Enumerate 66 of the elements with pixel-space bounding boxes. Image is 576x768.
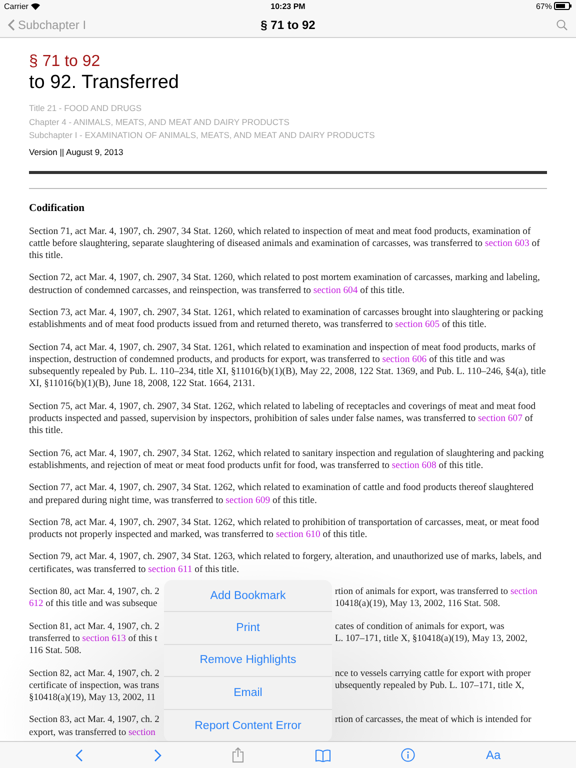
text-fragment: export, was transferred to section xyxy=(29,726,156,739)
breadcrumb: Chapter 4 - ANIMALS, MEATS, AND MEAT AND DAIRY PRODUCTS xyxy=(29,116,290,129)
nav-title: § 71 to 92 xyxy=(260,18,316,32)
bookmarks-button[interactable] xyxy=(314,748,331,762)
section-link[interactable]: section 606 xyxy=(382,354,427,365)
paragraph: Section 74, act Mar. 4, 1907, ch. 2907, 34 Stat. 1261, which related to examination and inspection of meat food products, marks of inspection, destruction of condemned products, and products for export, was transferred to section 606 of this title and was subsequently repealed by Pub. L. 110–234, title XI, §11016(b)(1)(B), May 22, 2008, 122 Stat. 1369, and Pub. L. 110–246, §4(a), title XI, §11016(b)(1)(B), June 18, 2008, 122 Stat. 1664, 2131. xyxy=(29,342,547,391)
text-fragment: L. 107–171, title X, §10418(a)(19), May 13, 2002, xyxy=(335,632,528,646)
text-fragment: cates of condition of animals for export, was xyxy=(335,620,506,633)
status-time: 10:23 PM xyxy=(270,2,306,10)
font-size-button[interactable]: Aa xyxy=(486,748,501,762)
text-fragment: 10418(a)(19), May 13, 2002, 116 Stat. 508. xyxy=(335,598,502,611)
section-link[interactable]: section 604 xyxy=(313,284,358,296)
battery-icon xyxy=(554,2,572,10)
paragraph: Section 75, act Mar. 4, 1907, ch. 2907, 34 Stat. 1262, which related to labeling of receptacles and coverings of meat and meat food products inspected and passed, supervision by inspectors, prohibition of sales under false names, was transferred to section 607 of this title. xyxy=(29,400,537,438)
info-button[interactable] xyxy=(401,748,416,762)
text-fragment: ubsequently repealed by Pub. L. 107–171, title X, xyxy=(335,680,526,692)
section-link[interactable]: section 603 xyxy=(484,238,530,249)
paragraph: Section 77, act Mar. 4, 1907, ch. 2907, 34 Stat. 1262, which related to examination of cattle and food products thereof slaughtered and prepared during night time, was transferred to section 609 of this title. xyxy=(29,482,534,507)
paragraph: Section 79, act Mar. 4, 1907, ch. 2907, 34 Stat. 1263, which related to forgery, alteration, and unauthorized use of marks, labels, and certificates, was transferred to section 611 of this title. xyxy=(29,551,542,576)
section-link[interactable]: section 608 xyxy=(392,460,436,471)
text-fragment: transferred to section 613 of this t xyxy=(29,632,158,646)
text-fragment: rtion of carcasses, the meat of which is intended for xyxy=(335,714,532,727)
carrier-label: Carrier xyxy=(4,2,28,10)
text-fragment: certificate of inspection, was trans xyxy=(29,680,160,692)
search-icon[interactable] xyxy=(556,18,568,30)
section-heading: Codification xyxy=(29,202,86,214)
section-link[interactable]: section xyxy=(128,728,156,738)
section-link[interactable]: section 611 xyxy=(148,564,192,575)
text-fragment: 116 Stat. 508. xyxy=(29,645,82,658)
text-fragment: §10418(a)(19), May 13, 2002, 11 xyxy=(29,692,156,704)
section-link[interactable]: section 610 xyxy=(276,529,320,540)
text-fragment: rtion of animals for export, was transferred to section xyxy=(335,586,538,598)
section-link[interactable]: section 609 xyxy=(226,494,270,506)
previous-button[interactable] xyxy=(75,748,84,762)
next-button[interactable] xyxy=(154,748,162,762)
breadcrumb: Title 21 - FOOD AND DRUGS xyxy=(29,102,143,115)
text-fragment: Section 83, act Mar. 4, 1907, ch. 2 xyxy=(29,714,160,727)
paragraph: Section 78, act Mar. 4, 1907, ch. 2907, 34 Stat. 1262, which related to prohibition of transportation of carcasses, meat, or meat food products not properly inspected and marked, was transferred to section 610 of this title. xyxy=(29,516,540,542)
section-link[interactable]: 612 xyxy=(29,599,44,610)
menu-item[interactable]: Remove Highlights xyxy=(164,644,332,678)
back-button[interactable]: Subchapter I xyxy=(8,18,86,32)
menu-item[interactable]: Print xyxy=(164,612,332,645)
text-fragment: 612 of this title and was subseque xyxy=(29,598,158,611)
section-number: § 71 to 92 xyxy=(29,52,102,72)
section-title: to 92. Transferred xyxy=(29,72,180,94)
menu-item[interactable]: Add Bookmark xyxy=(164,580,332,612)
battery-percent: 67% xyxy=(536,2,552,10)
section-link[interactable]: section 605 xyxy=(395,319,440,330)
breadcrumb: Subchapter I - EXAMINATION OF ANIMALS, MEATS, AND MEAT AND DAIRY PRODUCTS xyxy=(29,129,376,142)
paragraph: Section 76, act Mar. 4, 1907, ch. 2907, 34 Stat. 1262, which related to sanitary inspection and regulation of slaughtering and packing establishments, and rejection of meat or meat food products unfit for food, was transferred to section 608 of this title. xyxy=(29,448,545,472)
paragraph: Section 72, act Mar. 4, 1907, ch. 2907, 34 Stat. 1260, which related to post mortem examination of carcasses, marking and labeling, destruction of condemned carcasses, and reinspection, was transferred to section 604 of this title. xyxy=(29,272,541,297)
text-fragment: Section 82, act Mar. 4, 1907, ch. 2 xyxy=(29,668,160,680)
share-button[interactable] xyxy=(232,747,244,763)
menu-item[interactable]: Email xyxy=(164,677,332,710)
text-fragment: Section 81, act Mar. 4, 1907, ch. 2 xyxy=(29,620,160,633)
paragraph: Section 71, act Mar. 4, 1907, ch. 2907, 34 Stat. 1260, which related to inspection of meat and meat food products, examination of cattle before slaughtering, separate slaughtering of diseased animals and examination of carcasses, was transferred to section 603 of this title. xyxy=(29,226,541,262)
section-link[interactable]: section 613 xyxy=(82,634,126,644)
text-fragment: Section 80, act Mar. 4, 1907, ch. 2 xyxy=(29,586,160,598)
section-link[interactable]: section xyxy=(510,587,538,598)
paragraph: Section 73, act Mar. 4, 1907, ch. 2907, 34 Stat. 1261, which related to examination of carcasses brought into slaughtering or packing establishments and of meat food products issued from and returned thereto, was transferred to section 605 of this title. xyxy=(29,306,544,332)
chevron-icon xyxy=(8,18,15,30)
menu-item[interactable]: Report Content Error xyxy=(164,710,332,742)
text-fragment: nce to vessels carrying cattle for export with proper xyxy=(335,668,532,680)
version-label: Version || August 9, 2013 xyxy=(29,146,124,158)
wifi-icon xyxy=(31,2,40,10)
section-link[interactable]: section 607 xyxy=(478,413,522,424)
